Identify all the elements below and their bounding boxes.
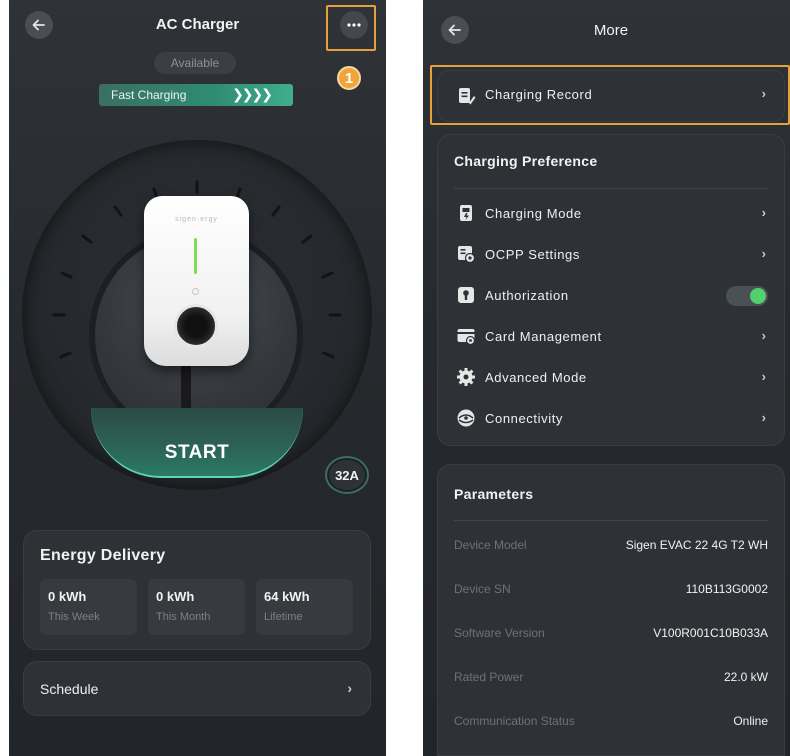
step-badge-1: 1 [337,66,361,90]
chevron-right-icon: › [761,205,766,220]
menu-label: Card Management [485,329,602,344]
stat-label: This Month [156,611,211,623]
status-badge: Available [154,52,236,74]
menu-item-card-management[interactable]: Card Management › [438,322,784,352]
divider [454,188,768,189]
stat-value: 64 kWh [264,589,310,604]
authorization-toggle[interactable] [726,286,768,306]
chevron-right-icon: › [761,328,766,343]
chevron-right-icon: › [761,410,766,425]
parameters-card: Parameters Device Model Sigen EVAC 22 4G… [437,464,785,756]
stat-this-month: 0 kWh This Month [148,579,245,635]
menu-item-advanced-mode[interactable]: Advanced Mode › [438,363,784,393]
param-value: 110B113G0002 [685,582,768,596]
parameters-title: Parameters [454,486,534,502]
charging-record-highlight [430,65,790,125]
menu-label: Authorization [485,288,569,303]
stat-value: 0 kWh [48,589,87,604]
card-management-icon [457,329,476,346]
param-label: Communication Status [454,714,575,728]
current-badge[interactable]: 32A [327,458,367,492]
menu-label: OCPP Settings [485,247,580,262]
more-screen: More Charging Record › 2 Charging Prefer… [423,0,790,756]
charger-brand-text: sigen·ergy [175,216,218,223]
ac-charger-screen: AC Charger 1 Available Fast Charging ❯❯❯… [9,0,386,756]
chevron-right-icon: › [761,246,766,261]
charging-preference-card: Charging Preference Charging Mode › OCPP… [437,134,785,446]
schedule-row[interactable]: Schedule › [23,661,371,716]
param-label: Software Version [454,626,545,640]
page-title: More [593,22,629,39]
menu-item-ocpp-settings[interactable]: OCPP Settings › [438,240,784,270]
param-value: 22.0 kW [723,670,768,684]
charger-image: sigen·ergy [144,196,249,366]
param-value: Sigen EVAC 22 4G T2 WH [625,538,768,552]
param-label: Rated Power [454,670,524,684]
advanced-mode-icon [457,368,475,386]
charger-socket [174,304,218,348]
stat-value: 0 kWh [156,589,195,604]
menu-item-authorization: Authorization [438,281,784,311]
menu-item-charging-mode[interactable]: Charging Mode › [438,199,784,229]
energy-delivery-title: Energy Delivery [40,547,166,564]
param-label: Device Model [454,538,527,552]
menu-label: Advanced Mode [485,370,587,385]
chevrons-icon: ❯❯❯❯ [232,86,273,102]
stat-label: This Week [48,611,100,623]
charging-preference-title: Charging Preference [454,153,598,169]
energy-delivery-card: Energy Delivery 0 kWh This Week 0 kWh Th… [23,530,371,650]
menu-label: Connectivity [485,411,564,426]
more-button-highlight [326,5,376,51]
charger-indicator [192,288,199,295]
stat-this-week: 0 kWh This Week [40,579,137,635]
charging-mode-icon [460,205,472,221]
divider [454,520,768,521]
toggle-knob [750,288,766,304]
stat-lifetime: 64 kWh Lifetime [256,579,353,635]
param-label: Device SN [454,582,511,596]
menu-item-connectivity[interactable]: Connectivity › [438,404,784,434]
param-value: Online [733,714,768,728]
connectivity-icon [457,409,475,427]
schedule-label: Schedule [40,681,99,697]
chevron-right-icon: › [347,680,352,696]
charger-led [194,238,197,274]
stat-label: Lifetime [264,611,303,623]
authorization-icon [458,287,474,303]
param-value: V100R001C10B033A [653,626,768,640]
start-label: START [164,442,230,463]
fast-charging-banner[interactable]: Fast Charging ❯❯❯❯ [99,84,293,106]
fast-charging-label: Fast Charging [111,88,187,102]
menu-label: Charging Mode [485,206,582,221]
chevron-right-icon: › [761,369,766,384]
ocpp-settings-icon [458,246,476,264]
